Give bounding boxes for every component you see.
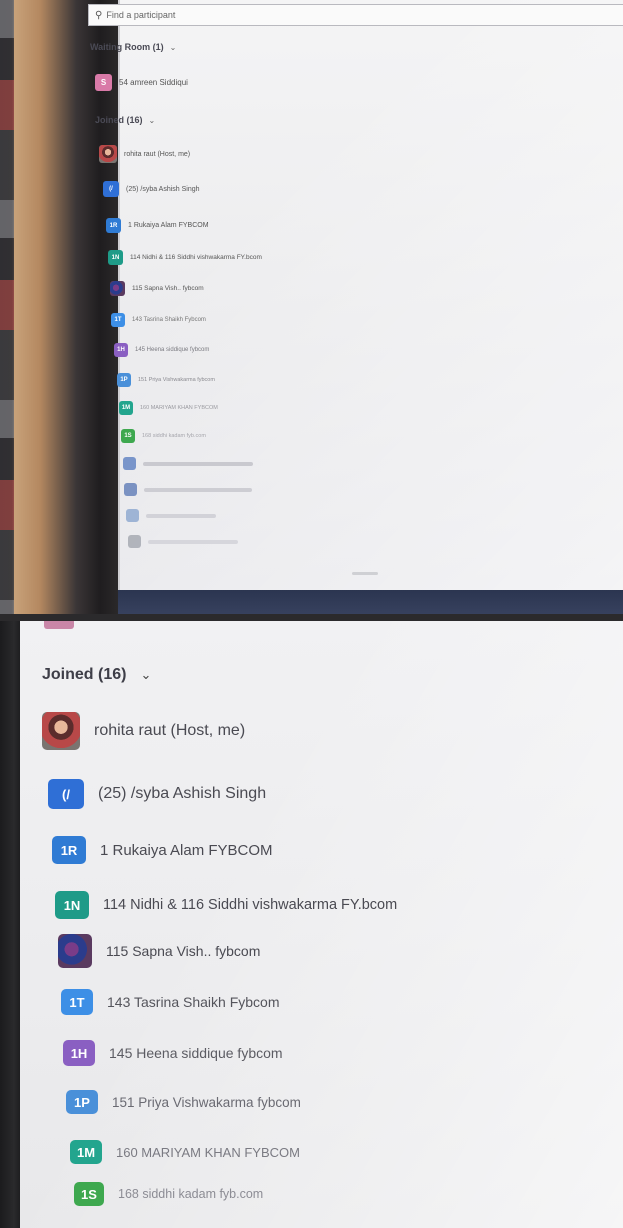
- search-input[interactable]: ⚲ Find a participant: [88, 4, 623, 26]
- avatar: 1S: [74, 1182, 104, 1206]
- participant-row[interactable]: rohita raut (Host, me): [99, 145, 190, 163]
- avatar: [44, 621, 74, 629]
- monitor-bezel: [118, 590, 623, 614]
- top-photo: ⚲ Find a participant Waiting Room (1) ⌄ …: [0, 0, 623, 614]
- avatar: 1H: [114, 343, 128, 357]
- avatar: 1P: [117, 373, 131, 387]
- blurred-name: [146, 513, 216, 518]
- avatar: [128, 535, 141, 548]
- avatar: 1R: [52, 836, 86, 864]
- participant-name: 1 Rukaiya Alam FYBCOM: [128, 222, 209, 229]
- participant-row[interactable]: 1H 145 Heena siddique fybcom: [63, 1040, 283, 1066]
- participant-name: 168 siddhi kadam fyb.com: [118, 1187, 264, 1201]
- avatar-photo: [110, 281, 125, 296]
- avatar: [126, 509, 139, 522]
- blurred-name: [148, 539, 238, 544]
- participant-name: 115 Sapna Vish.. fybcom: [132, 285, 204, 292]
- participant-row[interactable]: 1S 168 siddhi kadam fyb.com: [74, 1182, 263, 1206]
- avatar: 1H: [63, 1040, 95, 1066]
- avatar-photo: [99, 145, 117, 163]
- participant-row[interactable]: 1R 1 Rukaiya Alam FYBCOM: [52, 836, 273, 864]
- participant-row[interactable]: 1P 151 Priya Vishwakarma fybcom: [117, 373, 215, 387]
- chevron-down-icon: ⌄: [169, 42, 177, 52]
- participant-name: 1 Rukaiya Alam FYBCOM: [100, 841, 273, 859]
- avatar: 1N: [108, 250, 123, 265]
- participant-row[interactable]: 1N 114 Nidhi & 116 Siddhi vishwakarma FY…: [55, 891, 397, 919]
- joined-header[interactable]: Joined (16) ⌄: [95, 115, 155, 125]
- joined-header-zoomed[interactable]: Joined (16) ⌄: [42, 666, 151, 684]
- chevron-down-icon: ⌄: [148, 115, 156, 125]
- participant-name: 114 Nidhi & 116 Siddhi vishwakarma FY.bc…: [130, 254, 262, 261]
- participant-row[interactable]: 1H 145 Heena siddique fybcom: [114, 343, 209, 357]
- participant-name: 54 amreen Siddiqui: [119, 78, 188, 87]
- waiting-participant[interactable]: S 54 amreen Siddiqui: [95, 74, 188, 91]
- avatar-photo: [58, 934, 92, 968]
- participant-name: 143 Tasrina Shaikh Fybcom: [132, 317, 206, 323]
- participant-row-faded[interactable]: [128, 535, 238, 548]
- participant-name: (25) /syba Ashish Singh: [126, 185, 200, 193]
- waiting-room-header[interactable]: Waiting Room (1) ⌄: [90, 42, 176, 52]
- participant-row[interactable]: (/ (25) /syba Ashish Singh: [103, 181, 200, 197]
- participant-row[interactable]: 1S 168 siddhi kadam fyb.com: [121, 429, 206, 443]
- participant-row[interactable]: 1P 151 Priya Vishwakarma fybcom: [66, 1090, 301, 1114]
- participant-name: 143 Tasrina Shaikh Fybcom: [107, 994, 280, 1010]
- participant-row[interactable]: 1T 143 Tasrina Shaikh Fybcom: [61, 989, 280, 1015]
- participant-row[interactable]: 1M 160 MARIYAM KHAN FYBCOM: [70, 1140, 300, 1164]
- joined-label: Joined (16): [42, 666, 127, 683]
- avatar: [123, 457, 136, 470]
- participant-name: 145 Heena siddique fybcom: [109, 1045, 283, 1061]
- participant-name: 145 Heena siddique fybcom: [135, 347, 210, 353]
- participant-row-faded[interactable]: [124, 483, 252, 496]
- participant-row[interactable]: 115 Sapna Vish.. fybcom: [58, 934, 260, 968]
- avatar: [124, 483, 137, 496]
- avatar: 1N: [55, 891, 89, 919]
- search-placeholder: Find a participant: [106, 10, 176, 20]
- avatar: (/: [103, 181, 119, 197]
- participant-name: rohita raut (Host, me): [94, 722, 246, 739]
- participant-name: 151 Priya Vishwakarma fybcom: [138, 377, 215, 383]
- avatar: 1T: [61, 989, 93, 1015]
- scrollbar[interactable]: [352, 572, 378, 575]
- avatar: 1T: [111, 313, 125, 327]
- avatar: (/: [48, 779, 84, 809]
- blurred-name: [143, 461, 253, 466]
- participant-name: 160 MARIYAM KHAN FYBCOM: [116, 1144, 300, 1160]
- participant-row-faded[interactable]: [123, 457, 253, 470]
- participant-name: rohita raut (Host, me): [124, 150, 191, 158]
- participant-name: 115 Sapna Vish.. fybcom: [106, 943, 261, 959]
- avatar: 1M: [119, 401, 133, 415]
- joined-label: Joined (16): [95, 115, 143, 125]
- chevron-down-icon: ⌄: [140, 667, 152, 682]
- search-icon: ⚲: [95, 9, 103, 21]
- blurred-name: [144, 487, 252, 492]
- participant-row[interactable]: 1N 114 Nidhi & 116 Siddhi vishwakarma FY…: [108, 250, 262, 265]
- avatar: S: [95, 74, 112, 91]
- participant-row[interactable]: rohita raut (Host, me): [42, 712, 245, 750]
- participant-row[interactable]: 115 Sapna Vish.. fybcom: [110, 281, 204, 296]
- participant-row[interactable]: (/ (25) /syba Ashish Singh: [48, 779, 266, 809]
- avatar-photo: [42, 712, 80, 750]
- participant-name: 151 Priya Vishwakarma fybcom: [112, 1094, 301, 1110]
- participant-row-cut: [44, 621, 74, 629]
- participant-row[interactable]: 1R 1 Rukaiya Alam FYBCOM: [106, 218, 209, 233]
- participant-row[interactable]: 1M 160 MARIYAM KHAN FYBCOM: [119, 401, 218, 415]
- participant-row[interactable]: 1T 143 Tasrina Shaikh Fybcom: [111, 313, 206, 327]
- participant-name: (25) /syba Ashish Singh: [98, 785, 267, 802]
- participant-name: 160 MARIYAM KHAN FYBCOM: [140, 405, 218, 411]
- participant-name: 114 Nidhi & 116 Siddhi vishwakarma FY.bc…: [103, 897, 398, 913]
- participant-name: 168 siddhi kadam fyb.com: [142, 433, 206, 439]
- participant-row-faded[interactable]: [126, 509, 216, 522]
- background-edge: [0, 0, 14, 614]
- avatar: 1P: [66, 1090, 98, 1114]
- avatar: 1R: [106, 218, 121, 233]
- waiting-room-label: Waiting Room (1): [90, 42, 164, 52]
- avatar: 1S: [121, 429, 135, 443]
- avatar: 1M: [70, 1140, 102, 1164]
